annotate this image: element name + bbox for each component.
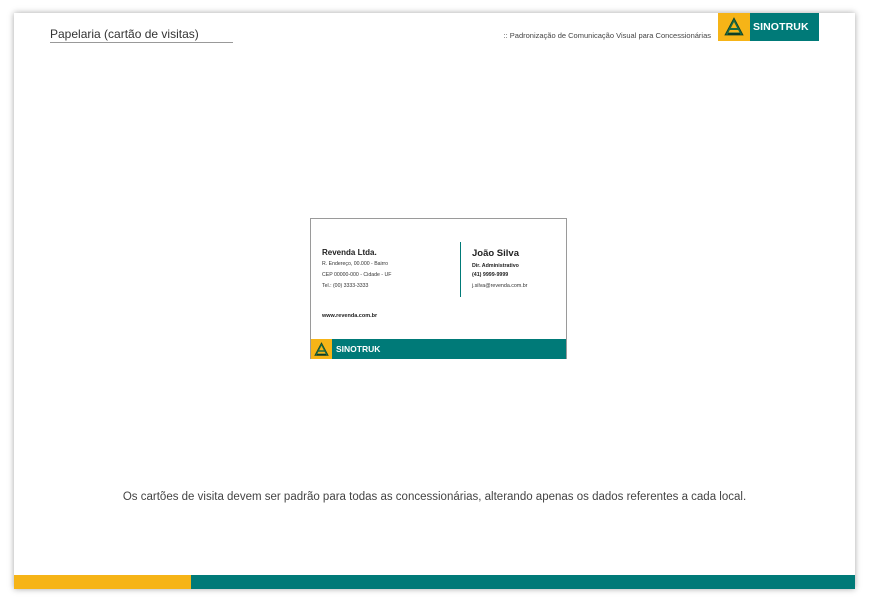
card-address-line: R. Endereço, 00.000 - Bairro bbox=[322, 261, 389, 267]
card-person-role: Dir. Administrativo bbox=[472, 263, 519, 269]
business-card: Revenda Ltda. R. Endereço, 00.000 - Bair… bbox=[310, 218, 567, 359]
brand-name: SINOTRUK bbox=[750, 13, 819, 41]
card-address-line: CEP 00000-000 - Cidade - UF bbox=[322, 272, 392, 278]
header-subtitle: :: Padronização de Comunicação Visual pa… bbox=[503, 31, 711, 40]
card-company-name: Revenda Ltda. bbox=[322, 248, 377, 257]
caption-text: Os cartões de visita devem ser padrão pa… bbox=[122, 491, 747, 503]
sinotruk-emblem-icon bbox=[314, 341, 329, 356]
card-phone-line: Tel.: (00) 3333-3333 bbox=[322, 283, 369, 289]
card-divider bbox=[460, 242, 461, 297]
card-person-name: João Silva bbox=[472, 248, 519, 259]
brand-logo: SINOTRUK bbox=[718, 13, 819, 41]
card-website: www.revenda.com.br bbox=[322, 313, 378, 319]
sinotruk-emblem-icon bbox=[724, 17, 744, 36]
brand-logo-mark bbox=[718, 13, 750, 41]
document-page: Papelaria (cartão de visitas) :: Padroni… bbox=[14, 13, 855, 589]
card-person-phone: (41) 9999-9999 bbox=[472, 272, 509, 278]
footer-color-bar bbox=[14, 575, 855, 589]
card-footer-brand-name: SINOTRUK bbox=[332, 339, 566, 359]
footer-bar-teal bbox=[191, 575, 855, 589]
page-title: Papelaria (cartão de visitas) bbox=[50, 27, 233, 43]
card-person-email: j.silva@revenda.com.br bbox=[472, 283, 528, 289]
footer-bar-yellow bbox=[14, 575, 191, 589]
card-footer-brand: SINOTRUK bbox=[311, 339, 566, 359]
card-logo-mark bbox=[311, 339, 332, 359]
